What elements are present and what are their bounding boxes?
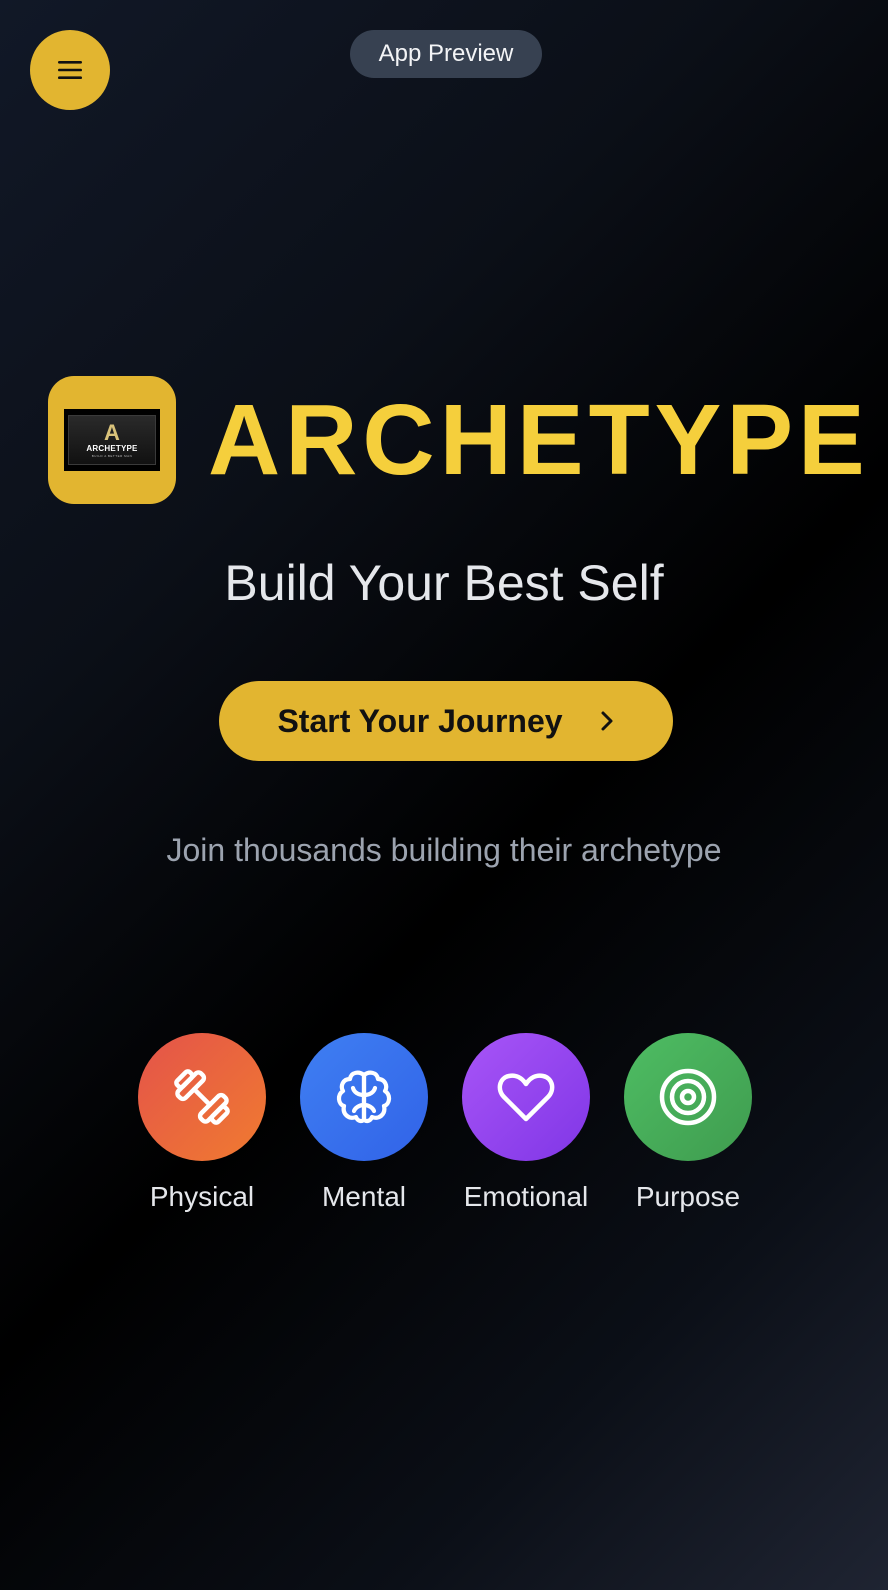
dumbbell-icon xyxy=(174,1069,230,1125)
brand-header: A ARCHETYPE BUILD A BETTER MAN ARCHETYPE xyxy=(48,376,870,504)
category-list: Physical Mental Emotional Purpose xyxy=(138,1033,752,1215)
category-physical-label: Physical xyxy=(149,1181,255,1212)
category-purpose[interactable]: Purpose xyxy=(624,1033,752,1215)
category-physical[interactable]: Physical xyxy=(138,1033,266,1215)
brain-icon xyxy=(336,1070,392,1124)
hero-headline: Build Your Best Self xyxy=(224,555,664,611)
start-journey-label: Start Your Journey xyxy=(277,702,563,739)
logo-wordmark: ARCHETYPE xyxy=(86,444,138,453)
target-icon xyxy=(659,1068,717,1126)
category-purpose-label: Purpose xyxy=(635,1181,741,1212)
start-journey-button[interactable]: Start Your Journey xyxy=(219,681,673,761)
category-emotional-label: Emotional xyxy=(463,1181,589,1212)
logo-frame: A ARCHETYPE BUILD A BETTER MAN xyxy=(64,409,160,471)
category-mental[interactable]: Mental xyxy=(300,1033,428,1215)
app-preview-badge: App Preview xyxy=(350,30,542,78)
heart-icon xyxy=(497,1073,555,1122)
menu-button[interactable] xyxy=(30,30,110,110)
category-emotional[interactable]: Emotional xyxy=(462,1033,590,1215)
category-emotional-circle xyxy=(462,1033,590,1161)
logo-image: A ARCHETYPE BUILD A BETTER MAN xyxy=(68,415,156,465)
category-purpose-circle xyxy=(624,1033,752,1161)
app-preview-label: App Preview xyxy=(378,40,514,67)
category-physical-circle xyxy=(138,1033,266,1161)
join-subtext: Join thousands building their archetype xyxy=(166,832,722,868)
hamburger-menu-icon xyxy=(58,61,82,79)
logo-letter: A xyxy=(104,420,120,445)
logo-tagline: BUILD A BETTER MAN xyxy=(91,454,133,458)
chevron-right-icon xyxy=(601,711,613,731)
category-mental-circle xyxy=(300,1033,428,1161)
category-mental-label: Mental xyxy=(321,1181,407,1212)
brand-name: ARCHETYPE xyxy=(208,384,870,496)
app-logo: A ARCHETYPE BUILD A BETTER MAN xyxy=(48,376,176,504)
